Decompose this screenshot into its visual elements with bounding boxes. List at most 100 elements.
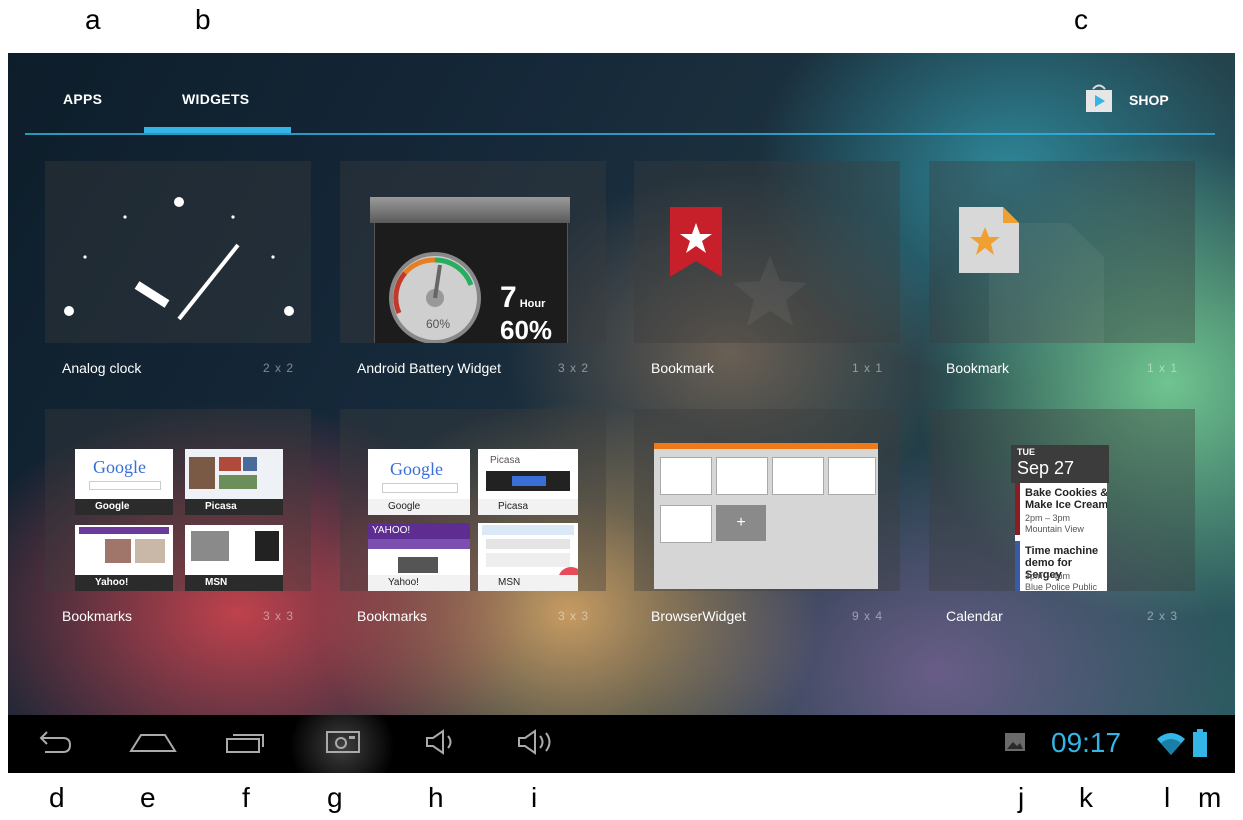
play-store-icon [1083,83,1115,118]
widget-size: 2 x 2 [262,361,294,375]
volume-up-button[interactable] [510,723,564,765]
tab-apps[interactable]: APPS [63,91,102,107]
event-time: 2pm – 3pm [1025,513,1071,523]
widget-bookmark-2[interactable]: Bookmark 1 x 1 [929,161,1195,376]
google-logo: Google [93,457,146,477]
bookmark-ribbon-icon [668,207,724,282]
add-page-icon: + [716,505,766,541]
bookmark-thumb-msn: MSN [185,525,283,591]
recent-apps-button[interactable] [220,723,270,765]
widget-name: Bookmark [651,360,715,376]
widget-android-battery[interactable]: 60% 7 Hour 60% Android Battery Widget 3 x… [340,161,606,376]
screenshot-icon [323,728,363,761]
callout-j: j [1018,782,1025,813]
widget-size: 9 x 4 [851,609,883,623]
widget-size: 3 x 2 [557,361,589,375]
bookmark-label: Google [75,499,173,515]
callout-g: g [327,782,343,813]
widget-name: BrowserWidget [651,608,746,624]
back-icon [37,730,73,759]
recent-apps-icon [223,729,267,760]
bookmark-label: Google [368,499,470,515]
widget-size: 3 x 3 [262,609,294,623]
widget-size: 2 x 3 [1146,609,1178,623]
bookmark-label: Yahoo! [75,575,173,591]
bookmark-thumb-picasa: Picasa [185,449,283,515]
bookmark-label: MSN [478,575,578,591]
bookmark-thumb-google: Google Google [368,449,470,515]
yahoo-logo: YAHOO! [368,523,470,539]
widget-bookmarks-1[interactable]: Google Google Picasa Yahoo! MSN Bookmark… [45,409,311,624]
gallery-notification-icon [1004,731,1026,758]
system-bar: 09:17 [8,711,1235,773]
battery-hours: 7 [500,281,517,314]
event-location: Mountain View [1025,524,1084,534]
bookmark-preview [929,161,1195,343]
widget-analog-clock[interactable]: Analog clock 2 x 2 [45,161,311,376]
home-icon [129,729,177,760]
status-clock: 09:17 [1051,727,1122,758]
gauge-percent: 60% [426,317,451,331]
bookmark-file-icon [959,207,1019,278]
widget-name: Bookmark [946,360,1010,376]
widget-size: 1 x 1 [851,361,883,375]
widget-name: Calendar [946,608,1003,624]
wifi-icon [1156,731,1186,762]
bookmark-thumb-yahoo: YAHOO! Yahoo! [368,523,470,591]
callout-h: h [428,782,444,813]
battery-percent: 60% [500,315,553,343]
volume-up-icon [515,728,559,761]
calendar-date: Sep 27 [1017,458,1075,478]
screenshot-button[interactable] [318,723,368,765]
bookmark-thumb-google: Google Google [75,449,173,515]
widget-name: Android Battery Widget [357,360,501,376]
battery-hour-unit: Hour [519,298,546,310]
callout-d: d [49,782,65,813]
event-location: Blue Police Public [1025,582,1098,591]
bookmark-label: MSN [185,575,283,591]
widget-browser[interactable]: + BrowserWidget 9 x 4 [634,409,900,624]
gallery-notification[interactable] [1000,723,1030,765]
shop-label: SHOP [1129,92,1169,108]
volume-down-button[interactable] [416,723,466,765]
callout-i: i [531,782,538,813]
bookmark-label: Picasa [478,499,578,515]
back-button[interactable] [30,723,80,765]
volume-down-icon [421,728,461,761]
tab-widgets[interactable]: WIDGETS [182,91,249,107]
callout-k: k [1079,782,1093,813]
event-title: Bake Cookies & Make Ice Cream [1025,487,1107,511]
battery-icon [1192,729,1208,764]
bookmark-label: Yahoo! [368,575,470,591]
widget-calendar[interactable]: TUE Sep 27 Bake Cookies & Make Ice Cream… [929,409,1195,624]
picasa-logo: Picasa [490,455,521,466]
bookmarks-list-preview: Google Google Picasa Picasa YAHOO! Yahoo… [340,409,606,591]
google-logo: Google [390,459,443,479]
widget-name: Bookmarks [62,608,133,624]
shop-button[interactable]: SHOP [1083,83,1169,118]
callout-a: a [85,4,101,35]
widget-bookmark-1[interactable]: Bookmark 1 x 1 [634,161,900,376]
bookmark-label: Picasa [185,499,283,515]
bookmark-preview [634,161,900,343]
callout-c: c [1074,4,1088,35]
widget-name: Analog clock [62,360,142,376]
tab-bar: APPS WIDGETS SHOP [8,53,1235,135]
callout-m: m [1198,782,1222,813]
browser-widget-preview: + [634,409,900,591]
bookmark-thumb-msn: MSN [478,523,578,591]
calendar-widget-preview: TUE Sep 27 Bake Cookies & Make Ice Cream… [929,409,1195,591]
callout-b: b [195,4,211,35]
widget-size: 1 x 1 [1146,361,1178,375]
event-time: 3pm – 4pm [1025,571,1071,581]
bookmarks-grid-preview: Google Google Picasa Yahoo! MSN [45,409,311,591]
home-button[interactable] [126,723,180,765]
analog-clock-preview [45,161,311,343]
battery-widget-preview: 60% 7 Hour 60% [340,161,606,343]
bookmark-thumb-picasa: Picasa Picasa [478,449,578,515]
calendar-day: TUE [1017,447,1035,457]
callout-l: l [1164,782,1171,813]
widget-bookmarks-2[interactable]: Google Google Picasa Picasa YAHOO! Yahoo… [340,409,606,624]
tablet-screen: APPS WIDGETS SHOP Analog clock 2 x 2 60%… [8,53,1235,773]
widget-size: 3 x 3 [557,609,589,623]
